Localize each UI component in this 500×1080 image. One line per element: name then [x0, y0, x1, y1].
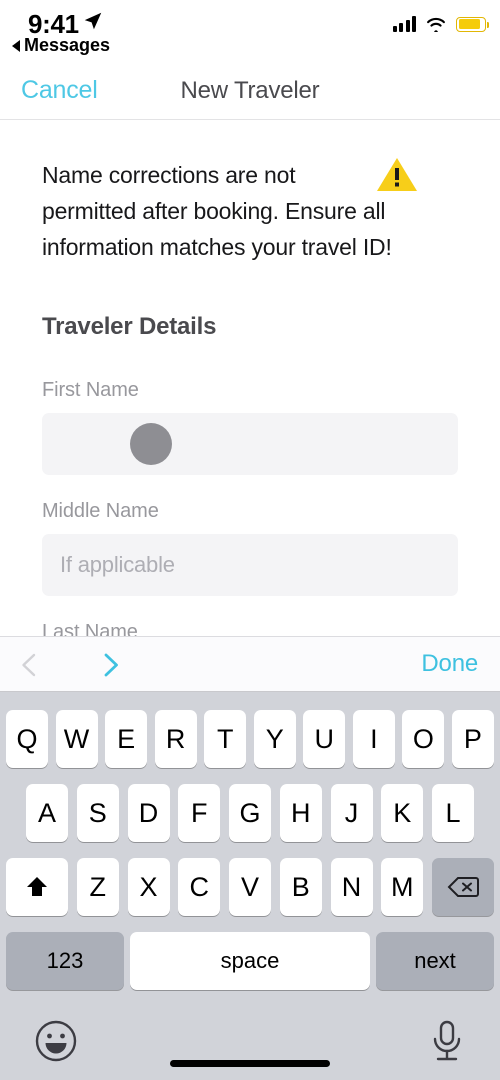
key-x[interactable]: X	[127, 858, 170, 916]
key-o[interactable]: O	[402, 710, 445, 768]
key-e[interactable]: E	[105, 710, 148, 768]
key-l[interactable]: L	[432, 784, 474, 842]
microphone-icon[interactable]	[427, 1018, 467, 1064]
key-d[interactable]: D	[127, 784, 170, 842]
field-first-name: First Name	[42, 379, 458, 475]
key-b[interactable]: B	[279, 858, 322, 916]
key-a[interactable]: A	[26, 784, 68, 842]
status-bar: 9:41 Messages	[0, 0, 500, 62]
key-u[interactable]: U	[303, 710, 346, 768]
field-middle-name: Middle Name If applicable	[42, 500, 458, 596]
keyboard-accessory-bar: Done	[0, 636, 500, 692]
numbers-key[interactable]: 123	[6, 932, 124, 990]
chevron-left-icon[interactable]	[15, 650, 45, 680]
key-y[interactable]: Y	[253, 710, 296, 768]
key-w[interactable]: W	[55, 710, 98, 768]
section-title-traveler-details: Traveler Details	[42, 313, 217, 340]
shift-key[interactable]	[6, 858, 68, 916]
key-h[interactable]: H	[279, 784, 322, 842]
first-name-input[interactable]	[42, 413, 458, 475]
key-t[interactable]: T	[204, 710, 247, 768]
home-indicator-bar	[170, 1060, 330, 1067]
key-p[interactable]: P	[451, 710, 494, 768]
shift-arrow-icon	[27, 877, 47, 896]
warning-triangle-icon	[377, 158, 417, 191]
chevron-right-icon[interactable]	[95, 650, 125, 680]
first-name-label: First Name	[42, 379, 139, 401]
next-key[interactable]: next	[376, 932, 494, 990]
middle-name-label: Middle Name	[42, 500, 159, 522]
emoji-smiley-icon[interactable]	[33, 1018, 79, 1064]
page-title: New Traveler	[180, 77, 320, 104]
navigation-bar: Cancel New Traveler	[0, 62, 500, 120]
key-c[interactable]: C	[178, 858, 221, 916]
space-key[interactable]: space	[130, 932, 370, 990]
key-q[interactable]: Q	[6, 710, 48, 768]
form-scroll-area[interactable]: Name corrections are not permitted after…	[0, 121, 500, 636]
key-i[interactable]: I	[352, 710, 395, 768]
keyboard-row-1: Q W E R T Y U I O P	[0, 710, 500, 768]
last-name-label: Last Name	[42, 621, 138, 636]
key-v[interactable]: V	[229, 858, 271, 916]
back-to-messages-button[interactable]: Messages	[12, 35, 110, 56]
notice-text: Name corrections are not permitted after…	[42, 162, 392, 260]
wifi-icon	[427, 17, 445, 32]
done-button[interactable]: Done	[421, 650, 478, 678]
status-bar-indicators	[392, 16, 490, 32]
key-j[interactable]: J	[330, 784, 373, 842]
location-arrow-icon	[84, 12, 102, 30]
field-last-name: Last Name	[42, 621, 458, 636]
key-z[interactable]: Z	[76, 858, 119, 916]
keyboard-row-4: 123 space next	[0, 932, 500, 990]
keyboard-row-2: A S D F G H J K L	[0, 784, 500, 842]
key-k[interactable]: K	[381, 784, 424, 842]
battery-icon	[456, 16, 490, 32]
middle-name-input[interactable]: If applicable	[42, 534, 458, 596]
key-f[interactable]: F	[178, 784, 221, 842]
key-s[interactable]: S	[76, 784, 119, 842]
key-r[interactable]: R	[154, 710, 197, 768]
middle-name-placeholder: If applicable	[60, 552, 175, 577]
key-g[interactable]: G	[229, 784, 271, 842]
keyboard-bottom-bar	[0, 1010, 500, 1080]
backspace-delete-icon	[447, 877, 479, 897]
back-triangle-icon	[12, 39, 20, 52]
keyboard-row-3: Z X C V B N M	[0, 858, 500, 916]
key-m[interactable]: M	[381, 858, 424, 916]
cellular-signal-icon	[392, 16, 416, 32]
touch-indicator	[130, 423, 172, 465]
key-n[interactable]: N	[330, 858, 373, 916]
iphone-screen: 9:41 Messages Cancel New Traveler Name c…	[0, 0, 500, 1080]
backspace-key[interactable]	[432, 858, 494, 916]
back-to-messages-label: Messages	[24, 35, 111, 55]
on-screen-keyboard: Q W E R T Y U I O P A S D F G H J K L Z …	[0, 692, 500, 1080]
